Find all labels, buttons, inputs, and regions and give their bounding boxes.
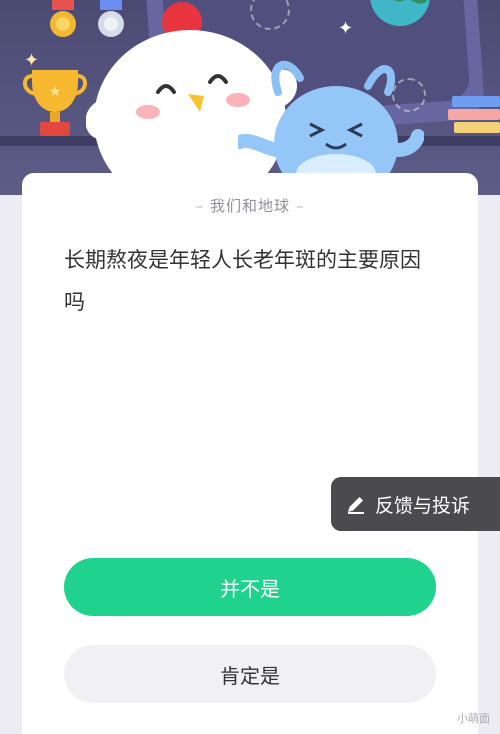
answer-button-yes[interactable]: 肯定是 xyxy=(64,645,436,703)
card-subtitle: – 我们和地球 – xyxy=(22,195,478,216)
pencil-icon xyxy=(348,497,364,514)
globe-icon xyxy=(370,0,430,26)
subtitle-dash-left: – xyxy=(195,197,204,215)
header-banner: ✦ ✦ ★ xyxy=(0,0,500,195)
svg-text:★: ★ xyxy=(49,84,62,100)
answer-label: 肯定是 xyxy=(220,663,280,688)
question-text: 长期熬夜是年轻人长老年斑的主要原因吗 xyxy=(64,248,421,314)
books-icon xyxy=(448,96,500,133)
blue-mascot xyxy=(238,60,424,182)
subtitle-text: 我们和地球 xyxy=(209,197,290,215)
feedback-label: 反馈与投诉 xyxy=(375,494,471,517)
watermark-text: 小萌面 xyxy=(457,712,490,725)
answer-button-no[interactable]: 并不是 xyxy=(64,558,436,616)
trophy-icon: ★ xyxy=(23,70,87,136)
question-card: – 我们和地球 – 长期熬夜是年轻人长老年斑的主要原因吗 并不是 肯定是 xyxy=(22,173,478,734)
answer-label: 并不是 xyxy=(220,576,280,601)
watermark: 小萌面 xyxy=(457,710,490,726)
sparkle-icon: ✦ xyxy=(338,18,354,39)
feedback-button[interactable]: 反馈与投诉 xyxy=(331,477,500,531)
subtitle-dash-right: – xyxy=(296,197,305,215)
